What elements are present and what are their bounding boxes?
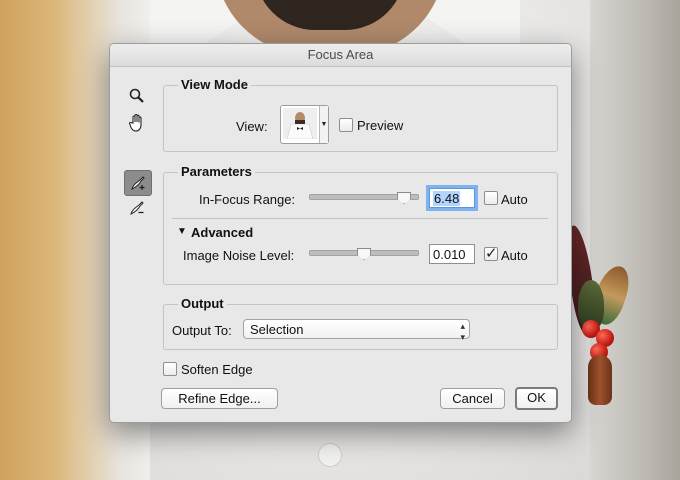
focus-area-dialog: Focus Area View Mode View: ▼ Preview Par… — [109, 43, 572, 423]
dialog-title: Focus Area — [110, 44, 571, 67]
output-to-select[interactable]: Selection ▴ ▾ — [243, 319, 470, 342]
output-to-label: Output To: — [172, 323, 232, 338]
preview-label: Preview — [357, 118, 404, 133]
hand-tool-button[interactable] — [124, 110, 150, 134]
parameters-divider — [172, 218, 548, 219]
preview-checkbox[interactable] — [339, 118, 353, 132]
in-focus-range-field[interactable]: 6.48 — [429, 188, 475, 208]
view-mode-title: View Mode — [178, 77, 251, 92]
in-focus-range-label: In-Focus Range: — [199, 192, 296, 207]
refine-edge-button[interactable]: Refine Edge... — [161, 388, 278, 409]
shirt-button — [318, 443, 342, 467]
advanced-disclosure-triangle[interactable]: ▼ — [177, 226, 187, 237]
focus-area-subtract-tool-button[interactable] — [124, 196, 150, 220]
image-noise-level-label: Image Noise Level: — [183, 248, 295, 263]
in-focus-auto-label: Auto — [501, 192, 528, 207]
in-focus-auto-checkbox[interactable] — [484, 191, 498, 205]
advanced-label[interactable]: Advanced — [191, 225, 253, 240]
noise-auto-checkbox[interactable] — [484, 244, 498, 262]
cancel-button[interactable]: Cancel — [440, 388, 505, 409]
image-noise-level-field[interactable]: 0.010 — [429, 244, 475, 264]
view-label: View: — [236, 119, 268, 134]
output-title: Output — [178, 296, 227, 311]
boutonniere — [562, 224, 636, 435]
thumbnail-dropdown-arrow: ▼ — [319, 106, 328, 143]
output-to-value: Selection — [250, 322, 304, 337]
ok-button[interactable]: OK — [515, 387, 558, 410]
focus-area-add-tool-button[interactable] — [124, 170, 152, 196]
soften-edge-label: Soften Edge — [181, 362, 253, 377]
view-thumbnail-image — [283, 108, 317, 139]
zoom-tool-button[interactable] — [124, 84, 150, 108]
soften-edge-checkbox[interactable] — [163, 362, 177, 376]
select-arrows-icon: ▴ ▾ — [460, 321, 465, 342]
view-thumbnail-dropdown[interactable]: ▼ — [280, 105, 329, 144]
parameters-title: Parameters — [178, 164, 255, 179]
noise-auto-label: Auto — [501, 248, 528, 263]
